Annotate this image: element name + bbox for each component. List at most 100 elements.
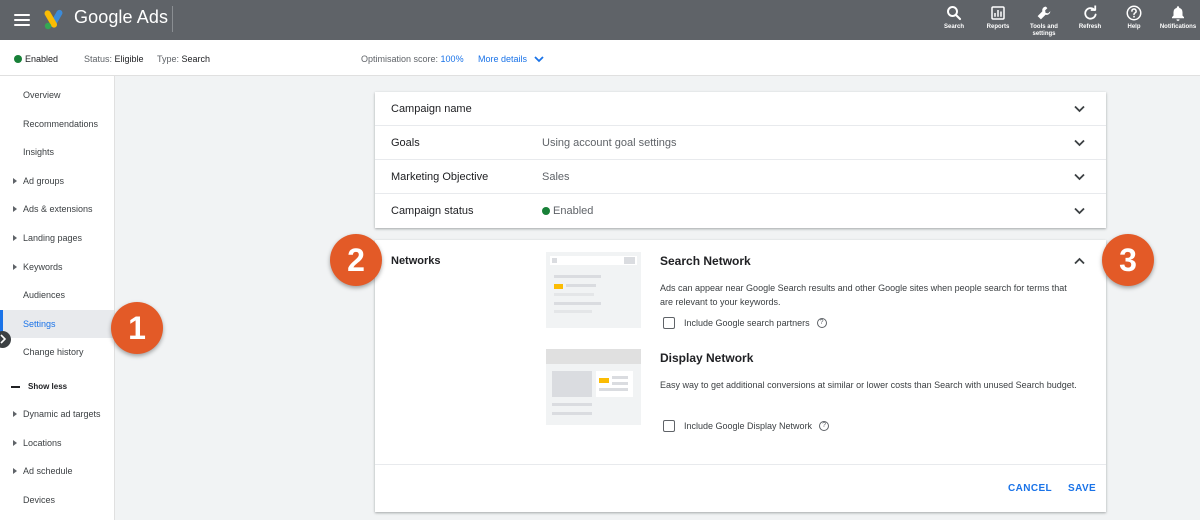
- callout-badge-1: 1: [111, 302, 163, 354]
- sidebar-item-dynamic-ad-targets[interactable]: Dynamic ad targets: [0, 400, 114, 428]
- google-ads-logo-icon: [44, 9, 63, 30]
- caret-right-icon: [13, 468, 17, 474]
- campaign-status-row[interactable]: Campaign status Enabled: [375, 194, 1106, 228]
- row-value: Sales: [542, 171, 570, 183]
- sidebar-item-label: Change history: [23, 347, 84, 357]
- search-network-description: Ads can appear near Google Search result…: [660, 283, 1067, 307]
- networks-panel: Networks Search Network Ads can appear n…: [375, 240, 1106, 512]
- type-key: Type:: [157, 54, 180, 64]
- goals-row[interactable]: Goals Using account goal settings: [375, 126, 1106, 160]
- enabled-status[interactable]: Enabled: [14, 54, 58, 64]
- search-button[interactable]: Search: [932, 0, 976, 40]
- chevron-down-icon: [533, 56, 544, 63]
- checkbox-label: Include Google search partners: [684, 318, 810, 328]
- help-circle-icon[interactable]: ?: [816, 318, 827, 328]
- campaign-settings-panel: Campaign name Goals Using account goal s…: [375, 92, 1106, 228]
- eligibility-status: Status: Eligible: [84, 54, 144, 64]
- enabled-dot-icon: [14, 55, 22, 63]
- chevron-down-icon: [1074, 139, 1085, 147]
- sidebar-item-ad-schedule[interactable]: Ad schedule: [0, 457, 114, 485]
- help-button-label: Help: [1127, 24, 1141, 30]
- sidebar-item-devices[interactable]: Devices: [0, 486, 114, 514]
- search-button-label: Search: [943, 24, 964, 30]
- bell-icon: [1172, 6, 1184, 21]
- sidebar-item-label: Ads & extensions: [23, 204, 93, 214]
- include-search-partners-checkbox[interactable]: Include Google search partners ?: [663, 317, 827, 329]
- chevron-down-icon: [1074, 207, 1085, 215]
- row-value: Using account goal settings: [542, 137, 677, 149]
- checkbox[interactable]: [663, 317, 675, 329]
- optimisation-key: Optimisation score:: [361, 54, 439, 64]
- top-bar: Google Ads Search Reports Tools and sett…: [0, 0, 1200, 40]
- status-key: Status:: [84, 54, 113, 64]
- sidebar-item-ad-groups[interactable]: Ad groups: [0, 167, 114, 195]
- include-display-network-checkbox[interactable]: Include Google Display Network ?: [663, 420, 830, 432]
- caret-right-icon: [13, 178, 17, 184]
- sidebar-item-label: Recommendations: [23, 119, 99, 129]
- cancel-button[interactable]: CANCEL: [1008, 483, 1052, 494]
- chevron-right-icon: [0, 334, 6, 344]
- more-details-link[interactable]: More details: [478, 54, 544, 64]
- sidebar-item-ads-extensions[interactable]: Ads & extensions: [0, 195, 114, 223]
- wrench-icon: [1037, 6, 1051, 20]
- callout-badge-3: 3: [1102, 234, 1154, 286]
- display-network-description: Easy way to get additional conversions a…: [660, 380, 1077, 390]
- refresh-button[interactable]: Refresh: [1068, 0, 1112, 40]
- show-less-label: Show less: [28, 382, 68, 391]
- help-circle-icon[interactable]: ?: [819, 421, 830, 431]
- sidebar-item-recommendations[interactable]: Recommendations: [0, 110, 114, 138]
- checkbox[interactable]: [663, 420, 675, 432]
- reports-button-label: Reports: [986, 24, 1010, 30]
- sidebar-item-landing-pages[interactable]: Landing pages: [0, 224, 114, 252]
- notifications-button-label: Notifications: [1159, 24, 1197, 30]
- topbar-divider: [172, 6, 173, 32]
- sidebar-item-keywords[interactable]: Keywords: [0, 253, 114, 281]
- caret-right-icon: [13, 206, 17, 212]
- chevron-down-icon: [1074, 105, 1085, 113]
- sidebar-item-label: Insights: [23, 147, 55, 157]
- sidebar-item-settings[interactable]: Settings: [0, 310, 114, 338]
- tools-and-settings-button[interactable]: Tools and settings: [1020, 0, 1068, 40]
- sidebar-item-label: Landing pages: [23, 233, 83, 243]
- row-label: Marketing Objective: [391, 171, 489, 183]
- reports-button[interactable]: Reports: [976, 0, 1020, 40]
- caret-right-icon: [13, 411, 17, 417]
- sidebar-item-insights[interactable]: Insights: [0, 138, 114, 166]
- sidebar-item-label: Overview: [23, 90, 61, 100]
- enabled-label: Enabled: [25, 54, 59, 64]
- display-network-title: Display Network: [660, 351, 754, 365]
- sidebar-item-label: Keywords: [23, 262, 63, 272]
- chevron-up-icon[interactable]: [1074, 257, 1085, 265]
- search-network-illustration: [546, 252, 641, 328]
- row-label: Campaign name: [391, 103, 472, 115]
- sidebar-item-locations[interactable]: Locations: [0, 429, 114, 457]
- marketing-objective-row[interactable]: Marketing Objective Sales: [375, 160, 1106, 194]
- campaign-type: Type: Search: [157, 54, 210, 64]
- caret-right-icon: [13, 235, 17, 241]
- display-network-illustration: [546, 349, 641, 425]
- search-network-title: Search Network: [660, 254, 751, 268]
- status-value: Eligible: [114, 54, 144, 64]
- sidebar-item-change-history[interactable]: Change history: [0, 338, 114, 366]
- hamburger-menu-icon[interactable]: [12, 10, 32, 30]
- sidebar-item-label: Devices: [23, 495, 56, 505]
- campaign-status-bar: Enabled Status: Eligible Type: Search Op…: [0, 40, 1200, 76]
- show-less-toggle[interactable]: Show less: [0, 376, 114, 398]
- sidebar-item-audiences[interactable]: Audiences: [0, 281, 114, 309]
- sidebar-item-label: Audiences: [23, 290, 66, 300]
- row-label: Goals: [391, 137, 420, 149]
- networks-title: Networks: [391, 255, 441, 267]
- sidebar-item-overview[interactable]: Overview: [0, 81, 114, 109]
- type-value: Search: [181, 54, 211, 64]
- sidebar-item-label: Settings: [23, 319, 56, 329]
- sidebar-item-label: Ad schedule: [23, 466, 73, 476]
- save-button[interactable]: SAVE: [1068, 483, 1096, 494]
- notifications-button[interactable]: Notifications: [1156, 0, 1200, 40]
- caret-right-icon: [13, 264, 17, 270]
- refresh-button-label: Refresh: [1078, 24, 1102, 30]
- campaign-name-row[interactable]: Campaign name: [375, 92, 1106, 126]
- row-value-status: Enabled: [542, 205, 593, 217]
- reports-icon: [991, 6, 1005, 20]
- help-button[interactable]: Help: [1112, 0, 1156, 40]
- caret-right-icon: [13, 440, 17, 446]
